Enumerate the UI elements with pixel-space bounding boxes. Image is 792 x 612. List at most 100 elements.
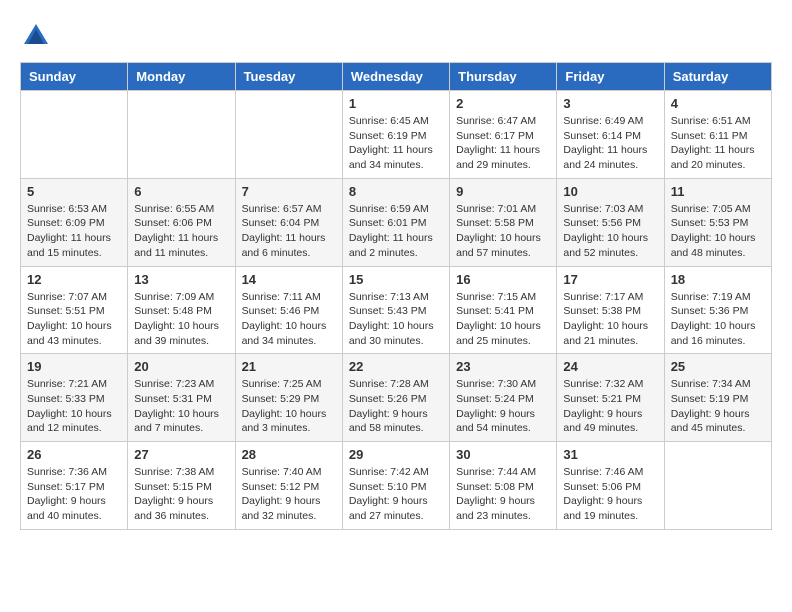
calendar-cell: 4 Sunrise: 6:51 AMSunset: 6:11 PMDaylight… xyxy=(664,91,771,179)
day-info: Sunrise: 6:57 AMSunset: 6:04 PMDaylight:… xyxy=(242,202,336,261)
day-info: Sunrise: 7:44 AMSunset: 5:08 PMDaylight:… xyxy=(456,465,550,524)
calendar-cell: 16 Sunrise: 7:15 AMSunset: 5:41 PMDayligh… xyxy=(450,266,557,354)
day-info: Sunrise: 7:21 AMSunset: 5:33 PMDaylight:… xyxy=(27,377,121,436)
day-number: 23 xyxy=(456,359,550,374)
logo xyxy=(20,20,58,52)
day-number: 28 xyxy=(242,447,336,462)
calendar-cell xyxy=(21,91,128,179)
day-number: 31 xyxy=(563,447,657,462)
calendar-cell: 20Sunrise: 7:23 AMSunset: 5:31 PMDayligh… xyxy=(128,354,235,442)
day-info: Sunrise: 7:23 AMSunset: 5:31 PMDaylight:… xyxy=(134,377,228,436)
calendar-cell xyxy=(235,91,342,179)
calendar-cell: 19 Sunrise: 7:21 AMSunset: 5:33 PMDayligh… xyxy=(21,354,128,442)
calendar-cell: 31 Sunrise: 7:46 AMSunset: 5:06 PMDayligh… xyxy=(557,442,664,530)
calendar-week-2: 5 Sunrise: 6:53 AMSunset: 6:09 PMDaylight… xyxy=(21,178,772,266)
day-info: Sunrise: 6:45 AMSunset: 6:19 PMDaylight:… xyxy=(349,114,443,173)
day-info: Sunrise: 7:19 AMSunset: 5:36 PMDaylight:… xyxy=(671,290,765,349)
calendar-cell: 27Sunrise: 7:38 AMSunset: 5:15 PMDayligh… xyxy=(128,442,235,530)
day-number: 8 xyxy=(349,184,443,199)
calendar-cell: 24Sunrise: 7:32 AMSunset: 5:21 PMDayligh… xyxy=(557,354,664,442)
calendar-cell: 8 Sunrise: 6:59 AMSunset: 6:01 PMDaylight… xyxy=(342,178,449,266)
day-number: 24 xyxy=(563,359,657,374)
day-info: Sunrise: 6:59 AMSunset: 6:01 PMDaylight:… xyxy=(349,202,443,261)
day-number: 1 xyxy=(349,96,443,111)
day-info: Sunrise: 6:51 AMSunset: 6:11 PMDaylight:… xyxy=(671,114,765,173)
day-number: 26 xyxy=(27,447,121,462)
calendar-cell: 21Sunrise: 7:25 AMSunset: 5:29 PMDayligh… xyxy=(235,354,342,442)
calendar-cell: 7 Sunrise: 6:57 AMSunset: 6:04 PMDaylight… xyxy=(235,178,342,266)
calendar-cell: 18 Sunrise: 7:19 AMSunset: 5:36 PMDayligh… xyxy=(664,266,771,354)
day-number: 4 xyxy=(671,96,765,111)
calendar-week-1: 1 Sunrise: 6:45 AMSunset: 6:19 PMDaylight… xyxy=(21,91,772,179)
day-number: 19 xyxy=(27,359,121,374)
day-number: 5 xyxy=(27,184,121,199)
calendar-cell: 9 Sunrise: 7:01 AMSunset: 5:58 PMDaylight… xyxy=(450,178,557,266)
day-info: Sunrise: 7:09 AMSunset: 5:48 PMDaylight:… xyxy=(134,290,228,349)
calendar-cell: 10Sunrise: 7:03 AMSunset: 5:56 PMDayligh… xyxy=(557,178,664,266)
calendar-cell: 14Sunrise: 7:11 AMSunset: 5:46 PMDayligh… xyxy=(235,266,342,354)
calendar-header-row: SundayMondayTuesdayWednesdayThursdayFrid… xyxy=(21,63,772,91)
calendar-cell: 15 Sunrise: 7:13 AMSunset: 5:43 PMDayligh… xyxy=(342,266,449,354)
day-number: 29 xyxy=(349,447,443,462)
day-info: Sunrise: 7:17 AMSunset: 5:38 PMDaylight:… xyxy=(563,290,657,349)
day-info: Sunrise: 7:40 AMSunset: 5:12 PMDaylight:… xyxy=(242,465,336,524)
calendar-cell: 11Sunrise: 7:05 AMSunset: 5:53 PMDayligh… xyxy=(664,178,771,266)
day-number: 6 xyxy=(134,184,228,199)
day-info: Sunrise: 7:13 AMSunset: 5:43 PMDaylight:… xyxy=(349,290,443,349)
day-number: 17 xyxy=(563,272,657,287)
calendar-cell: 22 Sunrise: 7:28 AMSunset: 5:26 PMDayligh… xyxy=(342,354,449,442)
calendar-header-sunday: Sunday xyxy=(21,63,128,91)
day-info: Sunrise: 6:49 AMSunset: 6:14 PMDaylight:… xyxy=(563,114,657,173)
day-number: 21 xyxy=(242,359,336,374)
calendar-cell xyxy=(128,91,235,179)
calendar-header-saturday: Saturday xyxy=(664,63,771,91)
day-number: 18 xyxy=(671,272,765,287)
day-number: 2 xyxy=(456,96,550,111)
day-info: Sunrise: 6:55 AMSunset: 6:06 PMDaylight:… xyxy=(134,202,228,261)
calendar-cell: 3Sunrise: 6:49 AMSunset: 6:14 PMDaylight… xyxy=(557,91,664,179)
calendar-cell: 17 Sunrise: 7:17 AMSunset: 5:38 PMDayligh… xyxy=(557,266,664,354)
calendar-cell: 6 Sunrise: 6:55 AMSunset: 6:06 PMDaylight… xyxy=(128,178,235,266)
calendar-week-3: 12Sunrise: 7:07 AMSunset: 5:51 PMDayligh… xyxy=(21,266,772,354)
day-info: Sunrise: 7:01 AMSunset: 5:58 PMDaylight:… xyxy=(456,202,550,261)
day-number: 15 xyxy=(349,272,443,287)
day-info: Sunrise: 7:15 AMSunset: 5:41 PMDaylight:… xyxy=(456,290,550,349)
calendar-header-thursday: Thursday xyxy=(450,63,557,91)
calendar-header-friday: Friday xyxy=(557,63,664,91)
page-header xyxy=(20,20,772,52)
day-info: Sunrise: 7:42 AMSunset: 5:10 PMDaylight:… xyxy=(349,465,443,524)
day-number: 16 xyxy=(456,272,550,287)
day-info: Sunrise: 7:11 AMSunset: 5:46 PMDaylight:… xyxy=(242,290,336,349)
calendar-header-monday: Monday xyxy=(128,63,235,91)
day-number: 30 xyxy=(456,447,550,462)
day-number: 27 xyxy=(134,447,228,462)
day-number: 7 xyxy=(242,184,336,199)
logo-icon xyxy=(20,20,52,52)
calendar-cell: 12Sunrise: 7:07 AMSunset: 5:51 PMDayligh… xyxy=(21,266,128,354)
day-info: Sunrise: 7:05 AMSunset: 5:53 PMDaylight:… xyxy=(671,202,765,261)
calendar-header-wednesday: Wednesday xyxy=(342,63,449,91)
day-info: Sunrise: 7:07 AMSunset: 5:51 PMDaylight:… xyxy=(27,290,121,349)
day-info: Sunrise: 7:30 AMSunset: 5:24 PMDaylight:… xyxy=(456,377,550,436)
calendar-cell: 30 Sunrise: 7:44 AMSunset: 5:08 PMDayligh… xyxy=(450,442,557,530)
day-number: 25 xyxy=(671,359,765,374)
calendar-week-5: 26 Sunrise: 7:36 AMSunset: 5:17 PMDayligh… xyxy=(21,442,772,530)
day-number: 10 xyxy=(563,184,657,199)
day-number: 22 xyxy=(349,359,443,374)
calendar-cell: 25Sunrise: 7:34 AMSunset: 5:19 PMDayligh… xyxy=(664,354,771,442)
day-info: Sunrise: 6:53 AMSunset: 6:09 PMDaylight:… xyxy=(27,202,121,261)
day-info: Sunrise: 7:46 AMSunset: 5:06 PMDaylight:… xyxy=(563,465,657,524)
calendar-cell: 13 Sunrise: 7:09 AMSunset: 5:48 PMDayligh… xyxy=(128,266,235,354)
day-info: Sunrise: 7:28 AMSunset: 5:26 PMDaylight:… xyxy=(349,377,443,436)
calendar-cell: 2 Sunrise: 6:47 AMSunset: 6:17 PMDaylight… xyxy=(450,91,557,179)
calendar-table: SundayMondayTuesdayWednesdayThursdayFrid… xyxy=(20,62,772,530)
calendar-week-4: 19 Sunrise: 7:21 AMSunset: 5:33 PMDayligh… xyxy=(21,354,772,442)
day-number: 13 xyxy=(134,272,228,287)
day-info: Sunrise: 6:47 AMSunset: 6:17 PMDaylight:… xyxy=(456,114,550,173)
calendar-header-tuesday: Tuesday xyxy=(235,63,342,91)
day-number: 9 xyxy=(456,184,550,199)
calendar-cell: 23 Sunrise: 7:30 AMSunset: 5:24 PMDayligh… xyxy=(450,354,557,442)
day-info: Sunrise: 7:36 AMSunset: 5:17 PMDaylight:… xyxy=(27,465,121,524)
calendar-cell: 28 Sunrise: 7:40 AMSunset: 5:12 PMDayligh… xyxy=(235,442,342,530)
calendar-cell: 29 Sunrise: 7:42 AMSunset: 5:10 PMDayligh… xyxy=(342,442,449,530)
